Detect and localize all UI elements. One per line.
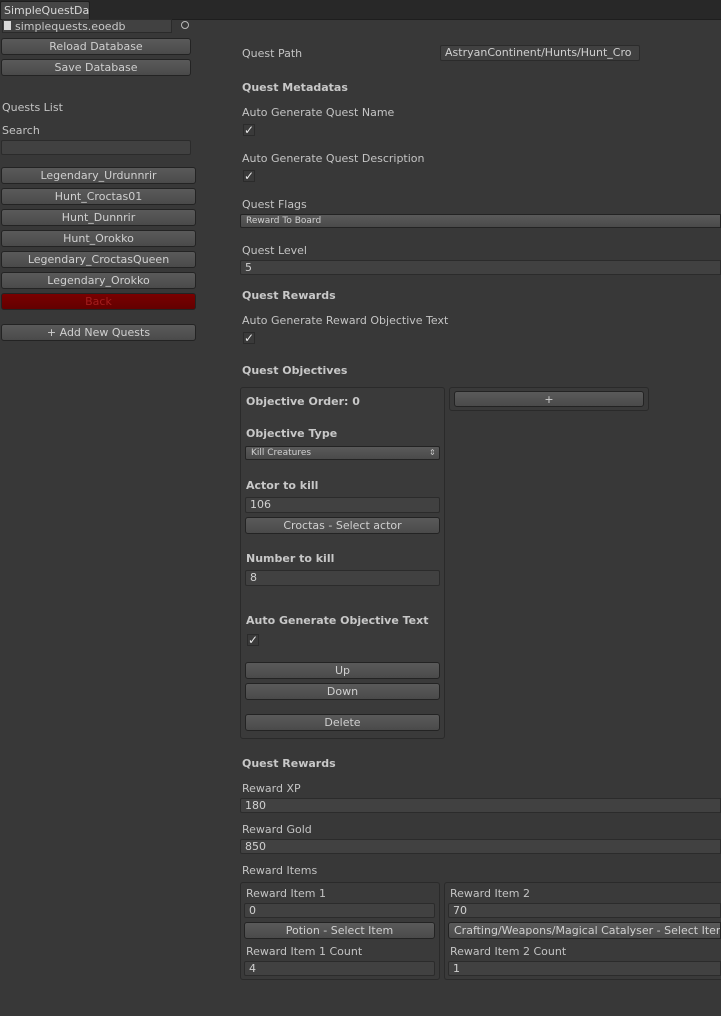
reward-items-label: Reward Items: [242, 864, 318, 877]
quest-item-hunt-dunnrir[interactable]: Hunt_Dunnrir: [1, 209, 196, 226]
auto-objective-text-label: Auto Generate Objective Text: [246, 614, 429, 627]
auto-quest-description-checkbox[interactable]: ✓: [243, 170, 255, 182]
objective-type-value: Kill Creatures: [251, 448, 312, 458]
reward-item-1-label: Reward Item 1: [246, 887, 326, 900]
objective-up-button[interactable]: Up: [245, 662, 440, 679]
reward-item-2-count-field[interactable]: 1: [448, 961, 721, 976]
auto-reward-text-checkbox[interactable]: ✓: [243, 332, 255, 344]
objective-type-dropdown[interactable]: Kill Creatures: [245, 446, 440, 460]
reward-item-1-field[interactable]: 0: [244, 903, 435, 918]
quest-item-hunt-orokko[interactable]: Hunt_Orokko: [1, 230, 196, 247]
reward-gold-label: Reward Gold: [242, 823, 312, 836]
search-input[interactable]: [1, 140, 191, 155]
quest-item-legendary-croctasqueen[interactable]: Legendary_CroctasQueen: [1, 251, 196, 268]
add-new-quest-button[interactable]: + Add New Quests: [1, 324, 196, 341]
auto-objective-text-checkbox[interactable]: ✓: [247, 634, 259, 646]
search-label: Search: [2, 124, 40, 137]
reward-item-1-select-button[interactable]: Potion - Select Item: [244, 922, 435, 939]
database-file-field[interactable]: simplequests.eoedb: [2, 19, 172, 33]
quest-path-label: Quest Path: [242, 47, 303, 60]
quest-level-label: Quest Level: [242, 244, 307, 257]
objective-order-label: Objective Order: 0: [246, 395, 360, 408]
quest-item-hunt-croctas01[interactable]: Hunt_Croctas01: [1, 188, 196, 205]
auto-quest-name-checkbox[interactable]: ✓: [243, 124, 255, 136]
window-tab-bar: [0, 0, 721, 20]
window-tab[interactable]: SimpleQuestDa: [0, 1, 90, 19]
select-actor-button[interactable]: Croctas - Select actor: [245, 517, 440, 534]
save-database-button[interactable]: Save Database: [1, 59, 191, 76]
back-button[interactable]: Back: [1, 293, 196, 310]
quest-item-legendary-orokko[interactable]: Legendary_Orokko: [1, 272, 196, 289]
objective-delete-button[interactable]: Delete: [245, 714, 440, 731]
add-objective-button[interactable]: +: [454, 391, 644, 407]
file-icon: [4, 21, 11, 30]
number-to-kill-label: Number to kill: [246, 552, 335, 565]
auto-quest-name-label: Auto Generate Quest Name: [242, 106, 395, 119]
reload-database-button[interactable]: Reload Database: [1, 38, 191, 55]
dropdown-arrows-icon: ⇕: [429, 448, 436, 457]
reward-gold-field[interactable]: 850: [240, 839, 721, 854]
quest-metadatas-header: Quest Metadatas: [242, 81, 348, 94]
quest-rewards-section-header: Quest Rewards: [242, 757, 336, 770]
quest-objectives-header: Quest Objectives: [242, 364, 348, 377]
reward-item-1-count-label: Reward Item 1 Count: [246, 945, 363, 958]
actor-to-kill-field[interactable]: 106: [245, 497, 440, 513]
reward-xp-field[interactable]: 180: [240, 798, 721, 813]
actor-to-kill-label: Actor to kill: [246, 479, 319, 492]
reward-item-2-select-button[interactable]: Crafting/Weapons/Magical Catalyser - Sel…: [448, 922, 721, 939]
quests-list-label: Quests List: [2, 101, 63, 114]
target-icon[interactable]: [181, 21, 189, 29]
quest-flags-dropdown[interactable]: Reward To Board: [240, 214, 721, 228]
number-to-kill-field[interactable]: 8: [245, 570, 440, 586]
quest-path-field[interactable]: AstryanContinent/Hunts/Hunt_Cro: [440, 45, 640, 61]
quest-rewards-header: Quest Rewards: [242, 289, 336, 302]
auto-reward-text-label: Auto Generate Reward Objective Text: [242, 314, 449, 327]
reward-item-1-count-field[interactable]: 4: [244, 961, 435, 976]
reward-xp-label: Reward XP: [242, 782, 301, 795]
reward-item-2-count-label: Reward Item 2 Count: [450, 945, 567, 958]
quest-flags-label: Quest Flags: [242, 198, 307, 211]
auto-quest-description-label: Auto Generate Quest Description: [242, 152, 425, 165]
quest-item-legendary-urdunnrir[interactable]: Legendary_Urdunnrir: [1, 167, 196, 184]
reward-item-2-field[interactable]: 70: [448, 903, 721, 918]
quest-level-field[interactable]: 5: [240, 260, 721, 275]
objective-down-button[interactable]: Down: [245, 683, 440, 700]
objective-type-label: Objective Type: [246, 427, 338, 440]
reward-item-2-label: Reward Item 2: [450, 887, 530, 900]
